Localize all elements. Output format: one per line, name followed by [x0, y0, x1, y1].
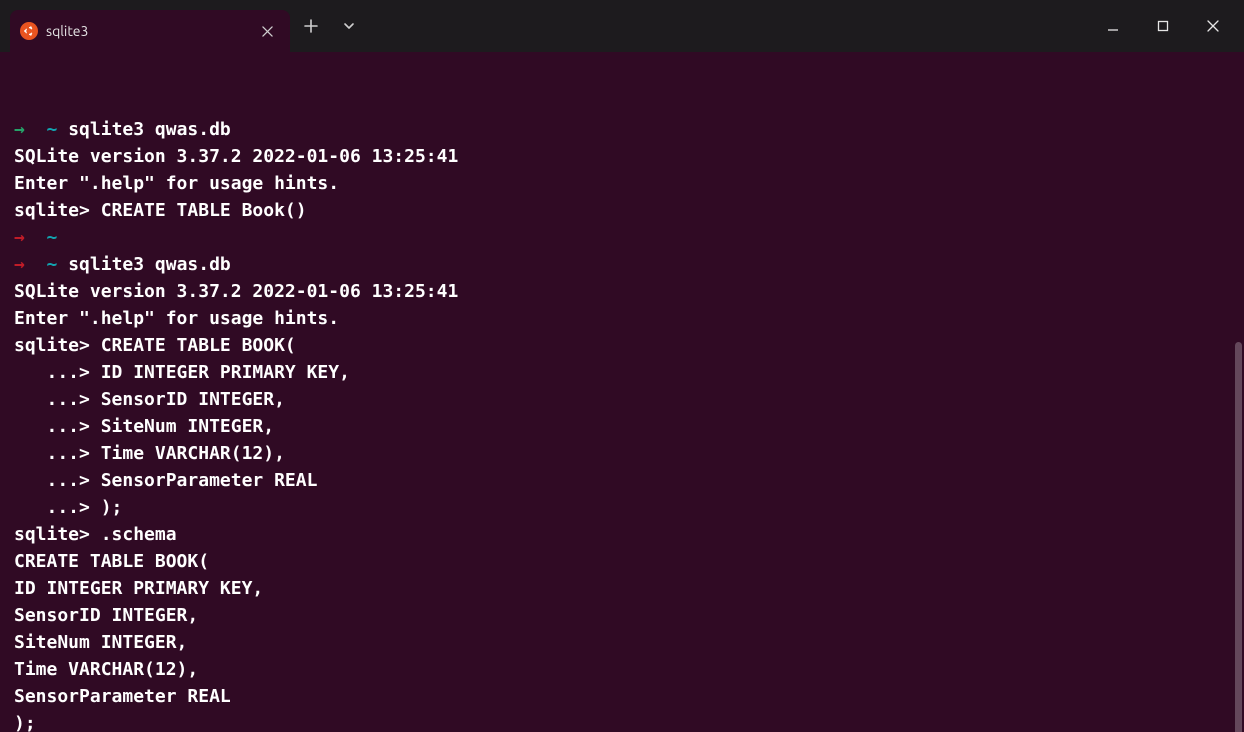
terminal-line: SQLite version 3.37.2 2022-01-06 13:25:4… [14, 143, 1230, 170]
close-button[interactable] [1190, 10, 1236, 42]
new-tab-button[interactable] [294, 9, 328, 43]
terminal-line: ID INTEGER PRIMARY KEY, [14, 575, 1230, 602]
terminal-line: ...> SensorID INTEGER, [14, 386, 1230, 413]
scrollbar[interactable] [1235, 342, 1242, 732]
terminal-line: ...> ); [14, 494, 1230, 521]
terminal-line: ...> ID INTEGER PRIMARY KEY, [14, 359, 1230, 386]
terminal-line: → ~ sqlite3 qwas.db [14, 251, 1230, 278]
terminal-line: SensorParameter REAL [14, 683, 1230, 710]
terminal-line: sqlite> .schema [14, 521, 1230, 548]
titlebar: sqlite3 [0, 0, 1244, 52]
terminal-line: SQLite version 3.37.2 2022-01-06 13:25:4… [14, 278, 1230, 305]
window-controls [1090, 0, 1236, 52]
tab-row: sqlite3 [0, 0, 366, 52]
tab-active[interactable]: sqlite3 [10, 10, 290, 52]
terminal-line: Enter ".help" for usage hints. [14, 170, 1230, 197]
terminal-line: SensorID INTEGER, [14, 602, 1230, 629]
minimize-button[interactable] [1090, 10, 1136, 42]
terminal-line: SiteNum INTEGER, [14, 629, 1230, 656]
terminal-line: ...> Time VARCHAR(12), [14, 440, 1230, 467]
tab-title: sqlite3 [46, 23, 250, 39]
terminal-line: ...> SensorParameter REAL [14, 467, 1230, 494]
terminal-line: → ~ sqlite3 qwas.db [14, 116, 1230, 143]
terminal-line: CREATE TABLE BOOK( [14, 548, 1230, 575]
tab-dropdown-button[interactable] [332, 9, 366, 43]
terminal-line: sqlite> CREATE TABLE BOOK( [14, 332, 1230, 359]
terminal-line: ); [14, 710, 1230, 732]
maximize-button[interactable] [1140, 10, 1186, 42]
tab-close-button[interactable] [258, 22, 276, 40]
terminal-line: ...> SiteNum INTEGER, [14, 413, 1230, 440]
terminal-line: Time VARCHAR(12), [14, 656, 1230, 683]
terminal-line: sqlite> CREATE TABLE Book() [14, 197, 1230, 224]
terminal-line: → ~ [14, 224, 1230, 251]
terminal-line: Enter ".help" for usage hints. [14, 305, 1230, 332]
terminal-output[interactable]: → ~ sqlite3 qwas.dbSQLite version 3.37.2… [0, 52, 1244, 732]
ubuntu-logo-icon [20, 22, 38, 40]
